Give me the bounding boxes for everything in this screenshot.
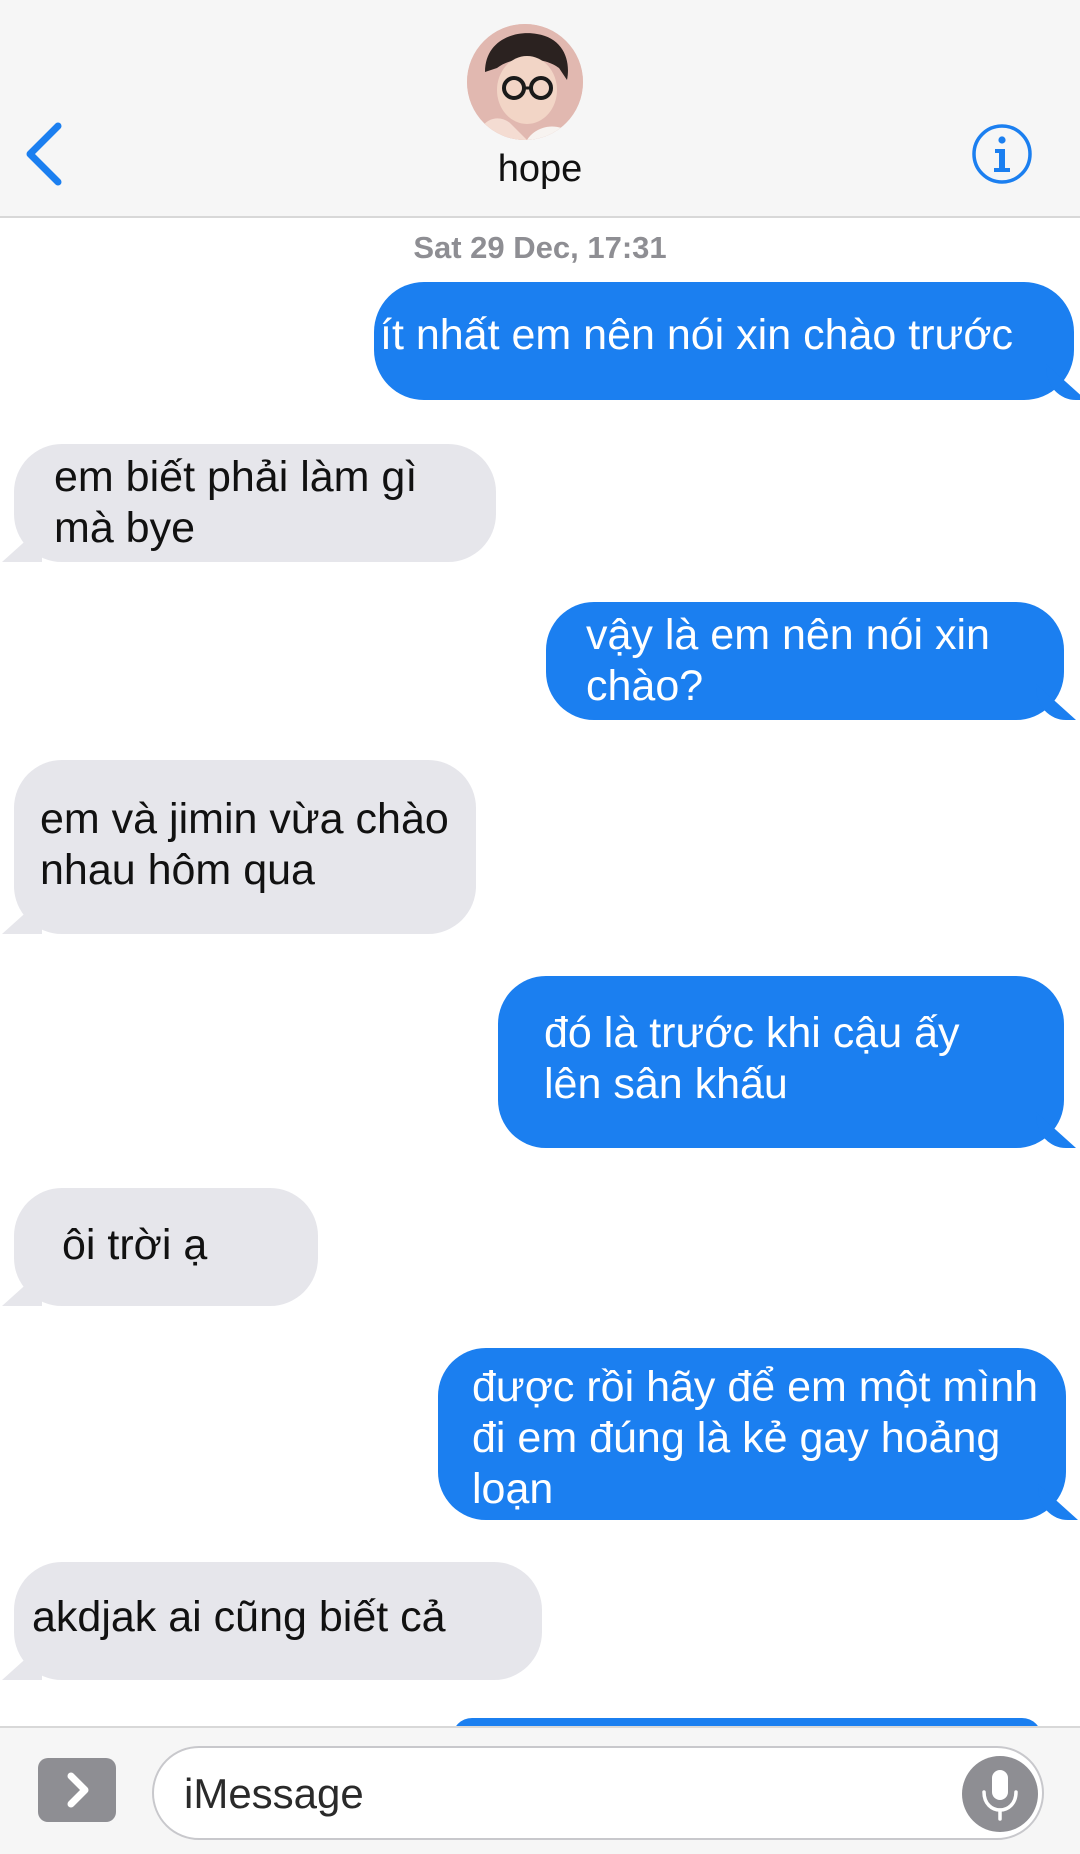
back-button[interactable] xyxy=(18,112,78,192)
received-message-bubble[interactable]: ôi trời ạ xyxy=(14,1188,318,1306)
received-message-bubble[interactable]: em biết phải làm gì mà bye xyxy=(14,444,496,562)
chevron-right-icon xyxy=(67,1772,89,1808)
contact-avatar[interactable] xyxy=(467,24,583,140)
conversation-header: hope xyxy=(0,0,1080,218)
sent-message-bubble[interactable]: đó là trước khi cậu ấy lên sân khấu xyxy=(498,976,1064,1148)
received-message-bubble[interactable]: akdjak ai cũng biết cả xyxy=(14,1562,542,1680)
info-button[interactable] xyxy=(970,122,1034,186)
avatar-photo xyxy=(467,24,583,140)
microphone-icon xyxy=(982,1770,1018,1821)
microphone-button[interactable] xyxy=(962,1756,1038,1832)
contact-name[interactable]: hope xyxy=(340,148,740,191)
message-input-bar xyxy=(0,1726,1080,1854)
message-field[interactable] xyxy=(152,1746,1044,1840)
conversation-timestamp: Sat 29 Dec, 17:31 xyxy=(413,230,667,265)
chevron-left-icon xyxy=(26,122,62,186)
received-message-bubble[interactable]: em và jimin vừa chào nhau hôm qua xyxy=(14,760,476,934)
sent-message-bubble[interactable]: được rồi hãy để em một mình đi em đúng l… xyxy=(438,1348,1066,1520)
sent-message-bubble[interactable]: vậy là em nên nói xin chào? xyxy=(546,602,1064,720)
message-input[interactable] xyxy=(182,1748,946,1840)
sent-message-bubble[interactable]: ít nhất em nên nói xin chào trước xyxy=(374,282,1074,400)
info-icon xyxy=(972,124,1032,184)
apps-button[interactable] xyxy=(38,1758,116,1822)
